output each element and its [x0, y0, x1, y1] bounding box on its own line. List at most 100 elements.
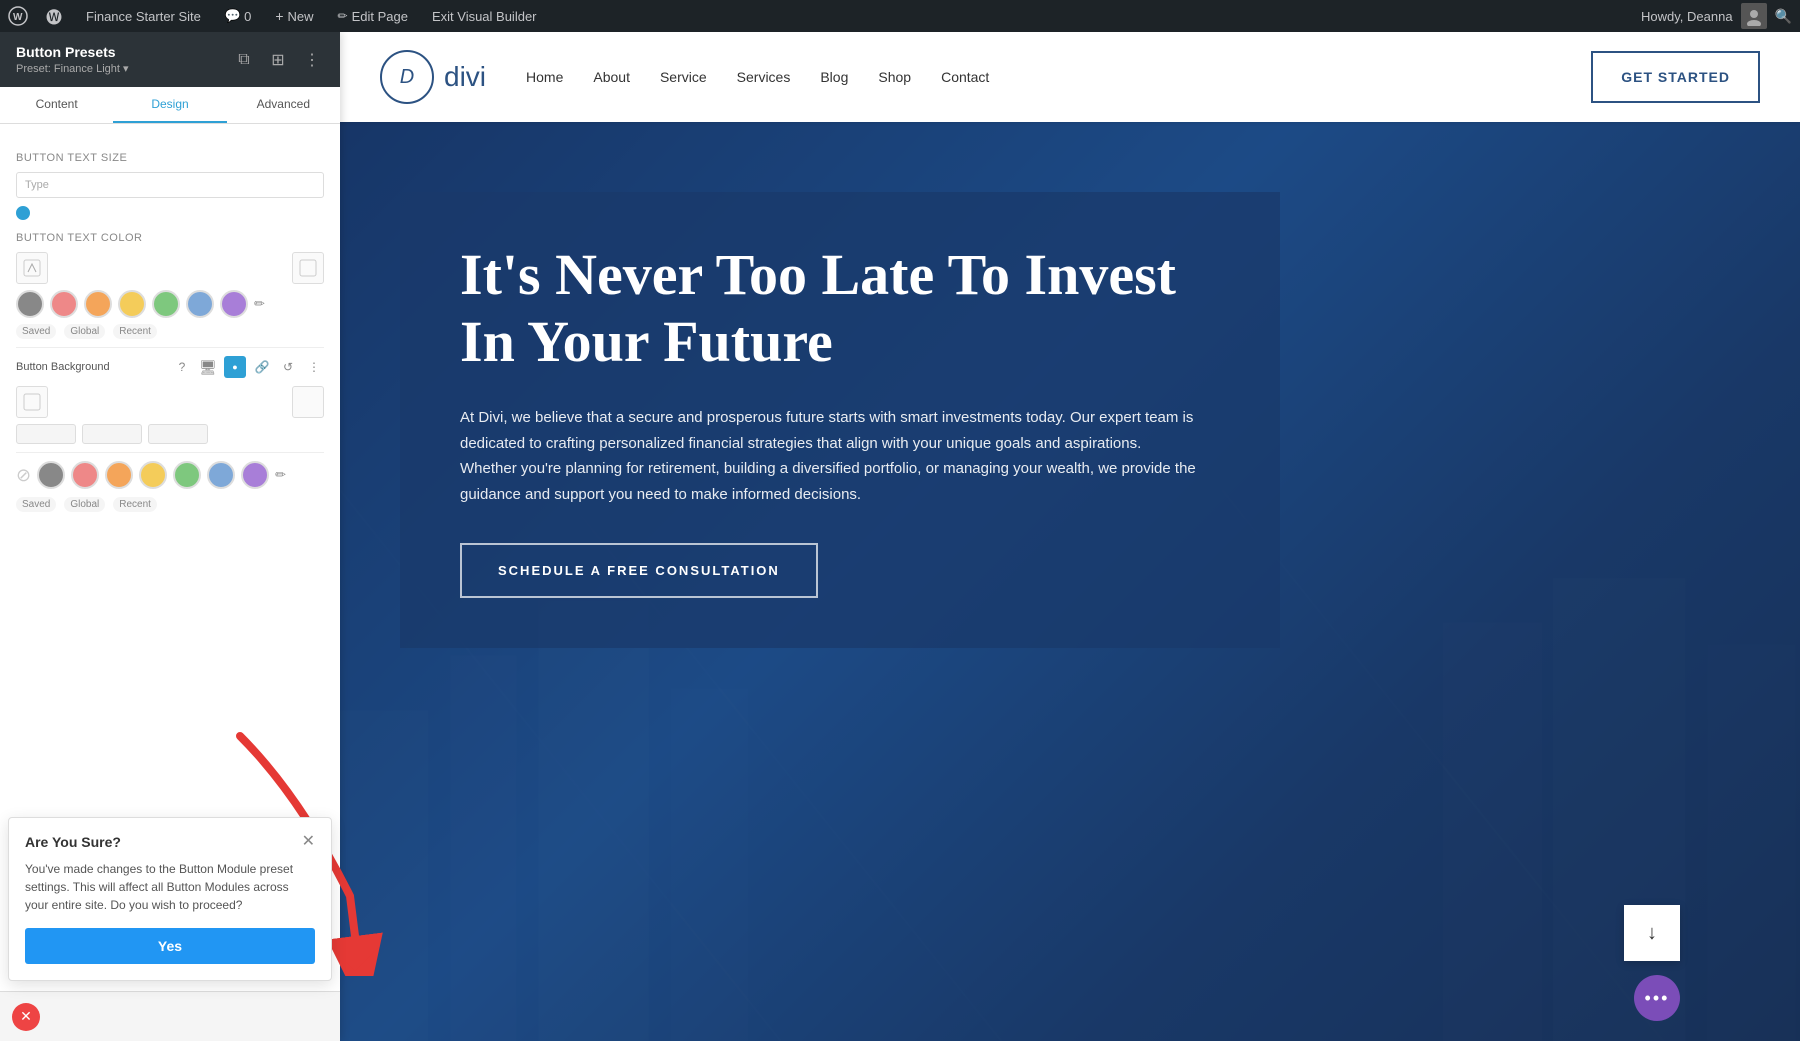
global-tag-2[interactable]: Global	[64, 497, 105, 512]
bg-preview-row	[16, 386, 324, 418]
small-preview-2	[82, 424, 142, 444]
nav-services[interactable]: Services	[737, 69, 791, 85]
text-color-preview[interactable]	[16, 252, 48, 284]
wordpress-icon: W	[8, 6, 28, 26]
new-content-link[interactable]: + New	[269, 8, 319, 24]
recent-tag[interactable]: Recent	[113, 324, 157, 339]
nav-home[interactable]: Home	[526, 69, 563, 85]
text-size-radio[interactable]	[16, 206, 30, 220]
exit-builder-link[interactable]: Exit Visual Builder	[426, 9, 543, 24]
confirm-title: Are You Sure?	[25, 834, 121, 850]
swatch-purple[interactable]	[220, 290, 248, 318]
hero-description: At Divi, we believe that a secure and pr…	[460, 405, 1200, 507]
swatch-pink[interactable]	[50, 290, 78, 318]
wp-logo-small: 🅦	[46, 4, 62, 28]
dots-icon: •••	[1645, 988, 1670, 1009]
color-tags2-row: Saved Global Recent	[16, 497, 324, 512]
confirm-yes-button[interactable]: Yes	[25, 928, 315, 964]
small-preview-3	[148, 424, 208, 444]
search-admin-icon[interactable]: 🔍	[1775, 8, 1792, 25]
text-color-swatch-btn[interactable]	[292, 252, 324, 284]
text-size-control: Type	[16, 172, 324, 198]
svg-text:W: W	[13, 12, 23, 23]
swatch-orange[interactable]	[84, 290, 112, 318]
link-icon[interactable]: 🔗	[252, 357, 272, 377]
tab-advanced[interactable]: Advanced	[227, 87, 340, 123]
logo-text: divi	[444, 61, 486, 93]
logo-circle: D	[380, 50, 434, 104]
swatch2-pink[interactable]	[71, 461, 99, 489]
bg-active-indicator: ●	[232, 362, 237, 372]
swatch2-green[interactable]	[173, 461, 201, 489]
swatch2-gray[interactable]	[37, 461, 65, 489]
swatch2-yellow[interactable]	[139, 461, 167, 489]
site-name-link[interactable]: 🅦	[40, 4, 68, 28]
comment-icon: 💬	[225, 8, 241, 24]
close-x-button[interactable]: ✕	[12, 1003, 40, 1031]
text-size-input[interactable]: Type	[16, 172, 324, 198]
nav-blog[interactable]: Blog	[820, 69, 848, 85]
main-content: D divi Home About Service Services Blog …	[340, 32, 1800, 1041]
comments-link[interactable]: 💬 0	[219, 8, 257, 24]
swatch-yellow[interactable]	[118, 290, 146, 318]
nav-contact[interactable]: Contact	[941, 69, 989, 85]
swatch2-orange[interactable]	[105, 461, 133, 489]
pencil-color-icon[interactable]: ✏	[254, 296, 265, 312]
user-avatar[interactable]	[1741, 3, 1767, 29]
nav-service[interactable]: Service	[660, 69, 707, 85]
saved-tag-2[interactable]: Saved	[16, 497, 56, 512]
bg-preview-box[interactable]	[16, 386, 48, 418]
edit-page-link[interactable]: ✏ Edit Page	[332, 9, 414, 24]
button-text-size-label: Button Text Size	[16, 152, 324, 164]
site-name-text: Finance Starter Site	[86, 9, 201, 24]
site-logo[interactable]: D divi	[380, 50, 486, 104]
scroll-down-button[interactable]: ↓	[1624, 905, 1680, 961]
copy-icon-btn[interactable]: ⧉	[232, 48, 256, 72]
more-icon[interactable]: ⋮	[304, 357, 324, 377]
tab-design[interactable]: Design	[113, 87, 226, 123]
text-color-preview-row	[16, 252, 324, 284]
panel-title: Button Presets	[16, 44, 129, 60]
swatch-blue[interactable]	[186, 290, 214, 318]
site-link[interactable]: Finance Starter Site	[80, 9, 207, 24]
bg-swatch-btn[interactable]	[292, 386, 324, 418]
logo-letter: D	[400, 66, 414, 89]
global-tag[interactable]: Global	[64, 324, 105, 339]
question-icon[interactable]: ?	[172, 357, 192, 377]
confirm-header: Are You Sure? ✕	[25, 834, 315, 850]
refresh-icon[interactable]: ↺	[278, 357, 298, 377]
bg-control-icons: ? 🖥 ● 🔗 ↺ ⋮	[172, 356, 324, 378]
nav-about[interactable]: About	[593, 69, 630, 85]
divider-1	[16, 347, 324, 348]
pencil-admin-icon: ✏	[338, 9, 348, 23]
swatch-gray[interactable]	[16, 290, 44, 318]
swatch2-purple[interactable]	[241, 461, 269, 489]
strike-icon: ⊘	[16, 465, 31, 486]
tab-content[interactable]: Content	[0, 87, 113, 123]
new-label: New	[288, 9, 314, 24]
divider-2	[16, 452, 324, 453]
pencil-color2-icon[interactable]: ✏	[275, 467, 286, 483]
confirm-dialog: Are You Sure? ✕ You've made changes to t…	[8, 817, 332, 981]
nav-shop[interactable]: Shop	[878, 69, 911, 85]
dots-menu-button[interactable]: •••	[1634, 975, 1680, 1021]
comment-count: 0	[244, 9, 251, 24]
saved-tag[interactable]: Saved	[16, 324, 56, 339]
hero-cta-button[interactable]: SCHEDULE A FREE CONSULTATION	[460, 543, 818, 598]
confirm-close-btn[interactable]: ✕	[302, 834, 315, 850]
kebab-icon-btn[interactable]: ⋮	[300, 48, 324, 72]
plus-icon: +	[275, 8, 283, 24]
get-started-button[interactable]: GET STARTED	[1591, 51, 1760, 103]
down-arrow-icon: ↓	[1647, 922, 1657, 945]
button-text-color-label: Button Text Color	[16, 232, 324, 244]
bottom-swatch-row: ⊘ ✏	[16, 461, 324, 489]
tabs-bar: Content Design Advanced	[0, 87, 340, 124]
panel-subtitle[interactable]: Preset: Finance Light ▾	[16, 62, 129, 75]
active-bg-btn[interactable]: ●	[224, 356, 246, 378]
site-nav: Home About Service Services Blog Shop Co…	[526, 69, 1591, 85]
grid-icon-btn[interactable]: ⊞	[266, 48, 290, 72]
desktop-icon[interactable]: 🖥	[198, 357, 218, 377]
recent-tag-2[interactable]: Recent	[113, 497, 157, 512]
swatch-green[interactable]	[152, 290, 180, 318]
swatch2-blue[interactable]	[207, 461, 235, 489]
